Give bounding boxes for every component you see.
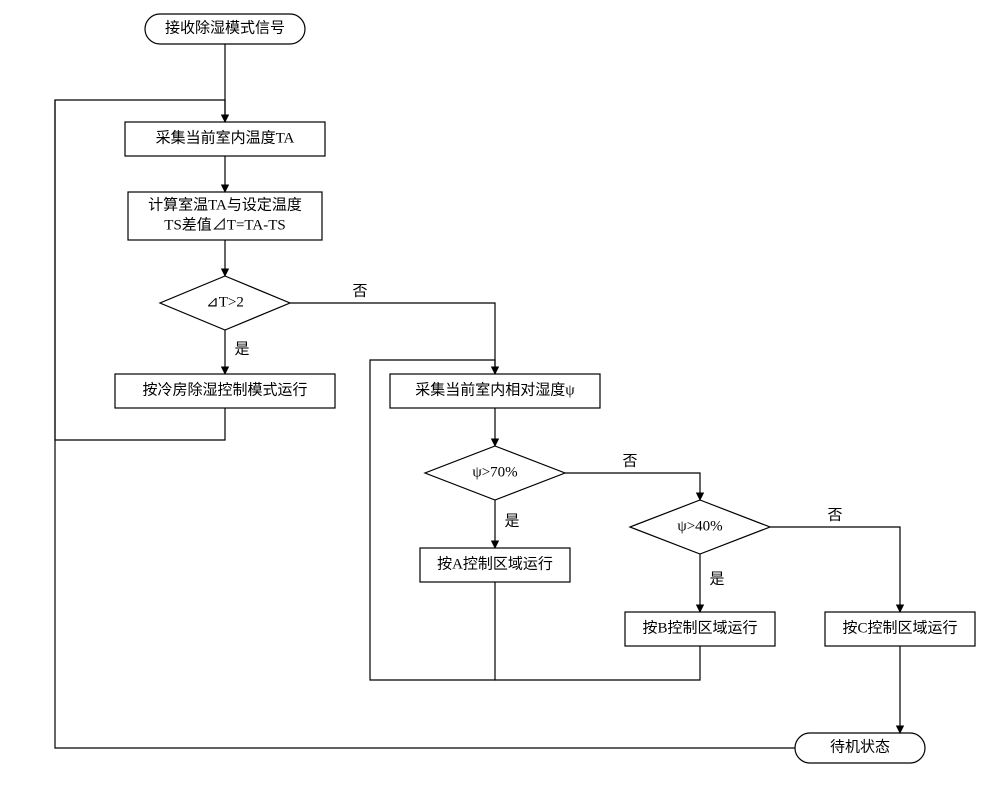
node-p1: 采集当前室内温度TA: [125, 122, 325, 156]
node-start: 接收除湿模式信号: [145, 14, 305, 44]
node-pc-label: 按C控制区域运行: [842, 619, 957, 636]
node-pb-label: 按B控制区域运行: [642, 619, 757, 636]
node-d1: ⊿T>2: [160, 276, 290, 330]
node-pcold: 按冷房除湿控制模式运行: [115, 374, 335, 408]
node-pa: 按A控制区域运行: [420, 548, 570, 582]
node-pb: 按B控制区域运行: [625, 612, 775, 646]
edge-d3-pc: [770, 527, 900, 612]
node-d3: ψ>40%: [630, 500, 770, 554]
node-standby: 待机状态: [795, 733, 925, 763]
edge-d1-phum: [290, 303, 495, 374]
label-d1-no: 否: [352, 283, 367, 299]
node-pcold-label: 按冷房除湿控制模式运行: [142, 381, 307, 398]
node-d2: ψ>70%: [425, 446, 565, 500]
node-pc: 按C控制区域运行: [825, 612, 975, 646]
edge-d2-d3: [565, 473, 700, 500]
label-d2-no: 否: [622, 453, 637, 469]
label-d1-yes: 是: [234, 341, 249, 357]
node-standby-label: 待机状态: [830, 738, 890, 755]
label-d3-yes: 是: [709, 571, 724, 587]
label-d3-no: 否: [827, 507, 842, 523]
label-d2-yes: 是: [504, 513, 519, 529]
node-d2-label: ψ>70%: [472, 464, 517, 480]
node-d3-label: ψ>40%: [677, 518, 722, 534]
node-p2-label-line2: TS差值⊿T=TA-TS: [164, 216, 285, 233]
node-start-label: 接收除湿模式信号: [165, 19, 285, 36]
node-pa-label: 按A控制区域运行: [437, 555, 553, 572]
node-p2: 计算室温TA与设定温度 TS差值⊿T=TA-TS: [128, 192, 322, 240]
node-phum-label: 采集当前室内相对湿度ψ: [415, 381, 575, 398]
node-phum: 采集当前室内相对湿度ψ: [390, 374, 600, 408]
node-p2-label-line1: 计算室温TA与设定温度: [148, 195, 302, 213]
node-p1-label: 采集当前室内温度TA: [156, 129, 295, 146]
node-d1-label: ⊿T>2: [206, 294, 244, 310]
edge-pb-join: [495, 646, 700, 680]
